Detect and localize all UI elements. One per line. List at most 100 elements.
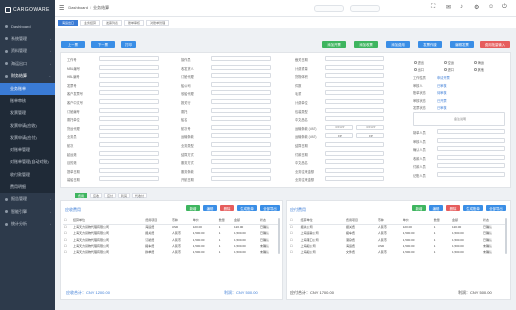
form-input[interactable] xyxy=(437,154,505,160)
bell-icon[interactable]: ♪ xyxy=(460,4,463,10)
form-input[interactable] xyxy=(99,116,159,122)
receivable-bill-button[interactable]: 生成账单 xyxy=(237,205,257,211)
sidebar-sub-item[interactable]: 对账单管理 xyxy=(0,143,55,157)
sidebar-item-dashboard[interactable]: Dashboard xyxy=(0,20,55,33)
form-input[interactable] xyxy=(211,142,271,147)
form-select[interactable]: CY-CY xyxy=(325,124,353,130)
table-row[interactable]: ☐ 上海船公司 文件费 人民币 1,500.00 1 1,500.00 未确认 xyxy=(289,249,507,255)
form-input[interactable] xyxy=(211,150,271,156)
payable-export-button[interactable]: 全部导出 xyxy=(486,205,506,211)
form-input[interactable] xyxy=(99,64,159,70)
sidebar-sub-item[interactable]: 发票申请(应付) xyxy=(0,131,55,144)
row-checkbox[interactable]: ☐ xyxy=(63,249,72,255)
form-input[interactable] xyxy=(325,167,384,173)
form-input[interactable] xyxy=(325,176,384,182)
checkbox-column-header[interactable]: ☐ xyxy=(289,217,300,225)
sidebar-item-stats[interactable]: 统计分析 › xyxy=(0,218,55,231)
category-profit[interactable]: 利润 xyxy=(118,193,131,198)
sidebar-sub-item[interactable]: 费用明细 xyxy=(0,180,55,194)
sidebar-sub-item[interactable]: 对账单管理(自动对账) xyxy=(0,156,55,169)
remark-textarea[interactable]: 备注说明 xyxy=(413,112,505,126)
category-collect[interactable]: 代收付 xyxy=(132,193,148,198)
form-input[interactable] xyxy=(325,99,384,104)
receivable-delete-button[interactable]: 删除 xyxy=(220,205,234,211)
status-value[interactable]: 已审核 xyxy=(437,105,447,110)
form-input[interactable] xyxy=(211,159,271,165)
prev-button[interactable]: 上一票 xyxy=(61,41,85,48)
tab-invoice[interactable]: 发票列表 xyxy=(102,19,123,26)
form-input[interactable] xyxy=(99,107,159,113)
form-input[interactable] xyxy=(211,90,271,96)
search-input[interactable] xyxy=(314,5,344,12)
sidebar-item-reports[interactable]: 报告管理 › xyxy=(0,193,55,206)
tab-audit[interactable]: 账单审核 xyxy=(124,19,145,26)
form-input[interactable] xyxy=(211,64,271,70)
radio-option[interactable]: 空运 xyxy=(444,60,454,65)
table-row[interactable]: ☐ 上海天力货物代理有限公司 换单费 人民币 1,500.00 1 1,500.00 未确认 xyxy=(63,249,280,255)
tab-statement[interactable]: 对账单管理 xyxy=(146,19,170,26)
form-input[interactable] xyxy=(211,56,271,61)
status-value[interactable]: 已审核 xyxy=(437,83,447,88)
add-receipt-button[interactable]: 添加收票 xyxy=(354,41,378,48)
form-input[interactable] xyxy=(99,73,159,79)
form-input[interactable] xyxy=(437,163,505,169)
category-fees[interactable]: 费用 xyxy=(75,193,88,198)
form-input[interactable] xyxy=(99,81,159,87)
receivable-scrollbar[interactable] xyxy=(278,218,280,254)
form-input[interactable] xyxy=(325,73,384,79)
settings-icon[interactable]: ⚙ xyxy=(474,4,479,11)
payable-bill-button[interactable]: 生成账单 xyxy=(463,205,483,211)
form-input[interactable] xyxy=(99,150,159,156)
form-input[interactable] xyxy=(325,90,384,96)
form-input[interactable] xyxy=(99,159,159,165)
sidebar-sub-item[interactable]: 业务账单 xyxy=(0,82,55,95)
tab-sea-export[interactable]: 海运出口 xyxy=(58,19,79,26)
form-select[interactable]: FP xyxy=(325,133,353,139)
sidebar-sub-item[interactable]: 收付款管理 xyxy=(0,168,55,181)
status-value[interactable]: 待审核 xyxy=(437,90,447,95)
form-input[interactable] xyxy=(325,64,384,70)
form-input[interactable] xyxy=(99,90,159,96)
form-input[interactable] xyxy=(211,124,271,130)
sidebar-sub-item[interactable]: 发票管理 xyxy=(0,107,55,120)
category-payable[interactable]: 应付 xyxy=(104,193,117,198)
next-button[interactable]: 下一票 xyxy=(91,41,115,48)
radio-option[interactable]: 其他 xyxy=(474,67,484,72)
add-invoice-button[interactable]: 添加开票 xyxy=(322,41,346,48)
payable-scrollbar[interactable] xyxy=(505,218,507,254)
sidebar-item-engine[interactable]: 智能引擎 › xyxy=(0,206,55,219)
radio-option[interactable]: 进口 xyxy=(444,67,454,72)
breadcrumb-root[interactable]: Dashboard xyxy=(68,5,88,10)
void-invoice-button[interactable]: 发票作废 xyxy=(418,41,442,48)
form-input[interactable] xyxy=(211,107,271,113)
radio-option[interactable]: 海运 xyxy=(474,60,484,65)
form-input[interactable] xyxy=(99,124,159,130)
form-input[interactable] xyxy=(211,73,271,79)
sidebar-item-system[interactable]: 系统管理 › xyxy=(0,33,55,46)
tab-finance[interactable]: 业务结算 xyxy=(80,19,101,26)
form-input[interactable] xyxy=(437,137,505,143)
category-receivable[interactable]: 应收 xyxy=(90,193,103,198)
form-input[interactable] xyxy=(99,142,159,147)
power-icon[interactable]: ⏻ xyxy=(502,4,507,11)
form-input[interactable] xyxy=(325,116,384,122)
fullscreen-icon[interactable]: ⛶ xyxy=(431,4,435,11)
form-input[interactable] xyxy=(325,107,384,113)
sidebar-sub-item[interactable]: 账单审核 xyxy=(0,94,55,108)
radio-option[interactable]: 出口 xyxy=(414,67,424,72)
form-input[interactable] xyxy=(211,99,271,104)
form-input[interactable] xyxy=(325,150,384,156)
batch-fee-button[interactable]: 费用批量输入 xyxy=(480,41,510,48)
receivable-edit-button[interactable]: 编辑 xyxy=(203,205,217,211)
payable-edit-button[interactable]: 编辑 xyxy=(429,205,443,211)
form-select[interactable]: FP xyxy=(356,133,384,139)
form-input[interactable] xyxy=(211,176,271,182)
user-icon[interactable]: ☺ xyxy=(488,4,494,10)
form-input[interactable] xyxy=(437,129,505,134)
edit-invoice-button[interactable]: 编辑发票 xyxy=(450,41,474,48)
receivable-export-button[interactable]: 全部导出 xyxy=(260,205,280,211)
form-input[interactable] xyxy=(437,172,505,177)
form-input[interactable] xyxy=(211,81,271,87)
form-input[interactable] xyxy=(99,56,159,61)
form-select[interactable]: CY-CY xyxy=(356,124,384,130)
